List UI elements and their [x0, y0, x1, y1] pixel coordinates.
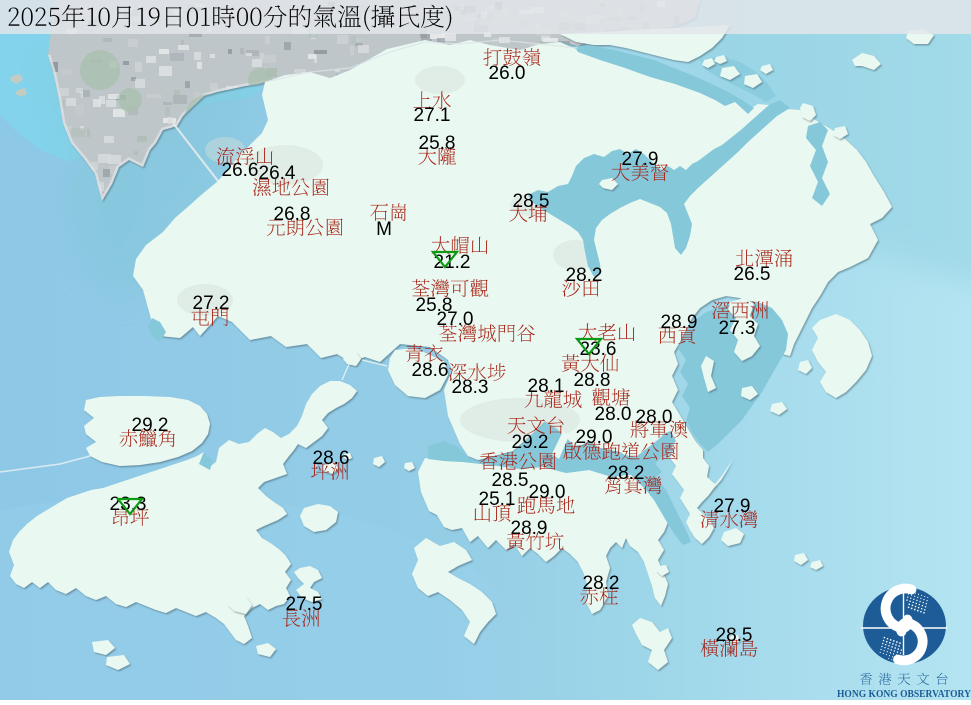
svg-text:26.4: 26.4 [259, 163, 296, 184]
svg-text:26.8: 26.8 [274, 204, 311, 225]
svg-text:28.6: 28.6 [412, 360, 449, 381]
svg-text:26.0: 26.0 [489, 63, 526, 84]
svg-text:21.2: 21.2 [434, 252, 471, 273]
svg-text:27.5: 27.5 [286, 594, 323, 615]
svg-text:M: M [376, 219, 392, 240]
svg-text:28.0: 28.0 [595, 404, 632, 425]
svg-text:28.6: 28.6 [313, 448, 350, 469]
svg-text:27.0: 27.0 [437, 309, 474, 330]
svg-text:28.2: 28.2 [608, 463, 645, 484]
svg-text:28.9: 28.9 [511, 518, 548, 539]
svg-text:27.2: 27.2 [193, 293, 230, 314]
svg-text:28.5: 28.5 [492, 470, 529, 491]
svg-text:HONG KONG OBSERVATORY: HONG KONG OBSERVATORY [837, 688, 971, 700]
svg-text:26.5: 26.5 [734, 264, 771, 285]
svg-text:29.0: 29.0 [529, 482, 566, 503]
svg-text:28.2: 28.2 [583, 573, 620, 594]
svg-text:28.1: 28.1 [528, 376, 565, 397]
svg-text:28.8: 28.8 [574, 370, 611, 391]
svg-text:25.1: 25.1 [479, 489, 516, 510]
svg-text:28.9: 28.9 [661, 312, 698, 333]
svg-text:28.5: 28.5 [513, 191, 550, 212]
svg-text:25.8: 25.8 [419, 133, 456, 154]
svg-text:27.9: 27.9 [714, 496, 751, 517]
svg-text:27.1: 27.1 [414, 105, 451, 126]
svg-text:29.0: 29.0 [576, 427, 613, 448]
svg-text:28.3: 28.3 [452, 377, 489, 398]
svg-text:28.2: 28.2 [566, 265, 603, 286]
svg-text:27.9: 27.9 [622, 149, 659, 170]
svg-text:29.2: 29.2 [132, 415, 169, 436]
svg-text:28.5: 28.5 [716, 625, 753, 646]
svg-text:27.3: 27.3 [719, 318, 756, 339]
svg-text:29.2: 29.2 [512, 432, 549, 453]
svg-text:28.0: 28.0 [636, 407, 673, 428]
svg-text:26.6: 26.6 [222, 160, 259, 181]
